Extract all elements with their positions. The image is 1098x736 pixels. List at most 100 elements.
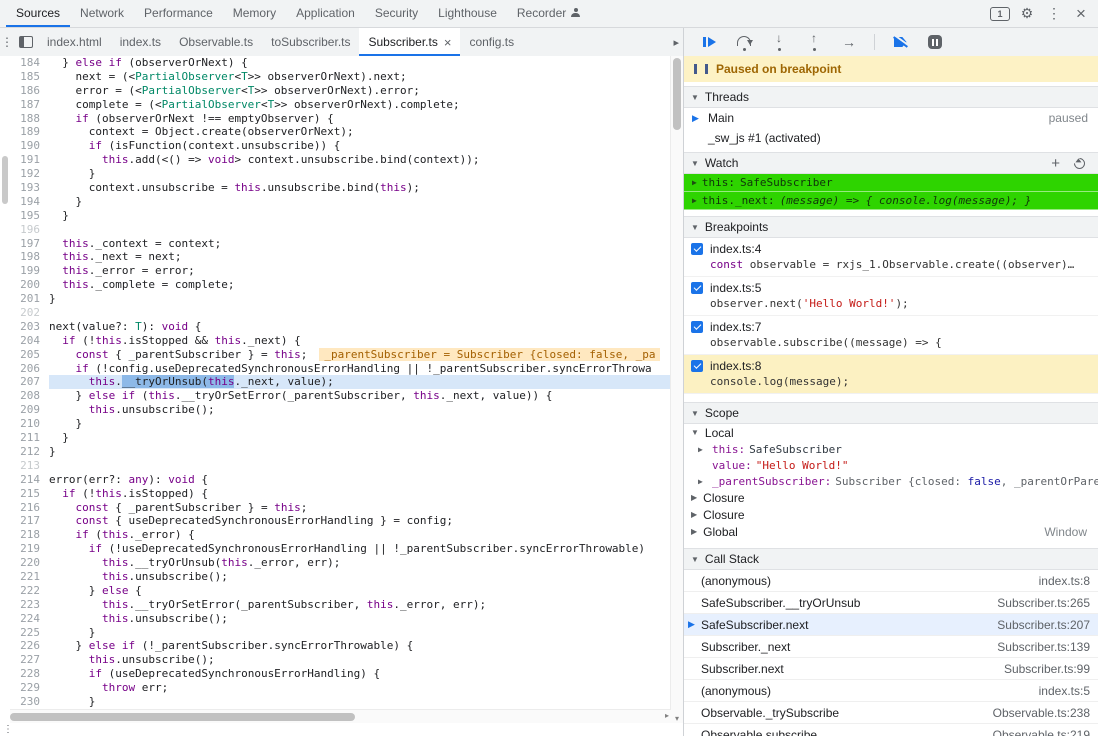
breakpoint-row[interactable]: index.ts:5observer.next('Hello World!'); <box>684 277 1098 316</box>
scope-group-closure[interactable]: ▶Closure <box>684 489 1098 506</box>
line-number[interactable]: 198 <box>10 250 49 264</box>
more-options-icon[interactable]: ⋮ <box>1042 2 1066 26</box>
expand-triangle-icon[interactable]: ▶ <box>692 196 697 205</box>
line-number[interactable]: 208 <box>10 389 49 403</box>
breakpoint-checkbox[interactable] <box>691 282 703 294</box>
watch-expression-row[interactable]: ▶this: SafeSubscriber <box>684 174 1098 192</box>
refresh-watch-icon[interactable] <box>1072 155 1088 171</box>
call-stack-frame[interactable]: Subscriber.nextSubscriber.ts:99 <box>684 658 1098 680</box>
file-tab-observable.ts[interactable]: Observable.ts <box>170 28 262 56</box>
breakpoint-row[interactable]: index.ts:8console.log(message); <box>684 355 1098 394</box>
line-number[interactable]: 220 <box>10 556 49 570</box>
line-number[interactable]: 210 <box>10 417 49 431</box>
line-number[interactable]: 216 <box>10 501 49 515</box>
pause-on-exceptions-button[interactable] <box>925 32 945 52</box>
line-number[interactable]: 204 <box>10 334 49 348</box>
line-number[interactable]: 196 <box>10 223 49 237</box>
line-number[interactable]: 214 <box>10 473 49 487</box>
breakpoint-checkbox[interactable] <box>691 321 703 333</box>
resume-button[interactable] <box>699 32 719 52</box>
line-number[interactable]: 197 <box>10 237 49 251</box>
file-tab-index.ts[interactable]: index.ts <box>111 28 170 56</box>
scope-group-local[interactable]: ▼Local <box>684 424 1098 441</box>
line-number[interactable]: 227 <box>10 653 49 667</box>
call-stack-frame[interactable]: ▶SafeSubscriber.nextSubscriber.ts:207 <box>684 614 1098 636</box>
threads-section-header[interactable]: ▼ Threads <box>684 86 1098 108</box>
horizontal-scrollbar[interactable]: ▸ <box>10 709 671 723</box>
expand-triangle-icon[interactable]: ▶ <box>698 477 708 486</box>
vertical-scrollbar[interactable]: ▾ <box>670 56 683 723</box>
line-number[interactable]: 219 <box>10 542 49 556</box>
scroll-right-arrow-icon[interactable]: ▸ <box>665 711 669 720</box>
line-number[interactable]: 224 <box>10 612 49 626</box>
navigator-toggle-button[interactable] <box>14 28 38 56</box>
call-stack-frame[interactable]: Observable.subscribeObservable.ts:219 <box>684 724 1098 736</box>
thread-row[interactable]: ▶Mainpaused <box>684 108 1098 128</box>
line-number[interactable]: 186 <box>10 84 49 98</box>
call-stack-section-header[interactable]: ▼ Call Stack <box>684 548 1098 570</box>
file-tab-subscriber.ts[interactable]: Subscriber.ts× <box>359 28 460 56</box>
panel-tab-network[interactable]: Network <box>70 0 134 27</box>
line-number[interactable]: 184 <box>10 56 49 70</box>
settings-gear-icon[interactable]: ⚙ <box>1015 2 1039 26</box>
line-number[interactable]: 215 <box>10 487 49 501</box>
line-number[interactable]: 193 <box>10 181 49 195</box>
deactivate-breakpoints-button[interactable] <box>890 32 910 52</box>
panel-tab-application[interactable]: Application <box>286 0 365 27</box>
scope-section-header[interactable]: ▼ Scope <box>684 402 1098 424</box>
step-out-button[interactable]: ↑ <box>804 32 824 52</box>
scope-variable-row[interactable]: value: "Hello World!" <box>684 457 1098 473</box>
step-button[interactable]: → <box>839 32 859 52</box>
file-tab-config.ts[interactable]: config.ts <box>460 28 523 56</box>
call-stack-frame[interactable]: SafeSubscriber.__tryOrUnsubSubscriber.ts… <box>684 592 1098 614</box>
watch-expression-row[interactable]: ▶this._next: (message) => { console.log(… <box>684 192 1098 210</box>
line-number[interactable]: 211 <box>10 431 49 445</box>
vertical-scroll-thumb[interactable] <box>673 58 681 130</box>
strip-scroll-thumb[interactable] <box>2 156 8 204</box>
console-drawer-badge[interactable]: 1 <box>988 2 1012 26</box>
line-number[interactable]: 191 <box>10 153 49 167</box>
scope-group-global[interactable]: ▶GlobalWindow <box>684 523 1098 540</box>
close-tab-icon[interactable]: × <box>444 36 452 49</box>
step-over-button[interactable] <box>734 32 754 52</box>
line-number[interactable]: 209 <box>10 403 49 417</box>
breakpoints-section-header[interactable]: ▼ Breakpoints <box>684 216 1098 238</box>
line-number[interactable]: 187 <box>10 98 49 112</box>
scope-group-closure[interactable]: ▶Closure <box>684 506 1098 523</box>
line-number[interactable]: 201 <box>10 292 49 306</box>
line-number[interactable]: 226 <box>10 639 49 653</box>
line-number[interactable]: 200 <box>10 278 49 292</box>
line-number[interactable]: 190 <box>10 139 49 153</box>
panel-tab-memory[interactable]: Memory <box>223 0 286 27</box>
panel-tab-security[interactable]: Security <box>365 0 428 27</box>
scroll-down-arrow-icon[interactable]: ▾ <box>671 714 683 723</box>
panel-tab-sources[interactable]: Sources <box>6 0 70 27</box>
add-watch-icon[interactable]: + <box>1051 156 1060 171</box>
expand-triangle-icon[interactable]: ▶ <box>691 527 697 536</box>
scope-variable-row[interactable]: ▶this: SafeSubscriber <box>684 441 1098 457</box>
breakpoint-checkbox[interactable] <box>691 243 703 255</box>
line-number[interactable]: 188 <box>10 112 49 126</box>
line-number[interactable]: 229 <box>10 681 49 695</box>
line-number[interactable]: 203 <box>10 320 49 334</box>
line-number[interactable]: 230 <box>10 695 49 709</box>
panel-tab-lighthouse[interactable]: Lighthouse <box>428 0 507 27</box>
expand-triangle-icon[interactable]: ▼ <box>691 428 699 437</box>
line-number[interactable]: 205 <box>10 348 49 362</box>
breakpoint-row[interactable]: index.ts:7observable.subscribe((message)… <box>684 316 1098 355</box>
editor-options-chevron-icon[interactable]: ▸ <box>673 28 679 56</box>
step-into-button[interactable]: ↓ <box>769 32 789 52</box>
line-number[interactable]: 206 <box>10 362 49 376</box>
breakpoint-checkbox[interactable] <box>691 360 703 372</box>
line-number[interactable]: 222 <box>10 584 49 598</box>
scope-variable-row[interactable]: ▶_parentSubscriber: Subscriber {closed: … <box>684 473 1098 489</box>
call-stack-frame[interactable]: Observable._trySubscribeObservable.ts:23… <box>684 702 1098 724</box>
expand-triangle-icon[interactable]: ▶ <box>698 445 708 454</box>
breadcrumb-overflow-icon[interactable]: ⋮ <box>0 724 13 735</box>
line-number[interactable]: 189 <box>10 125 49 139</box>
horizontal-scroll-thumb[interactable] <box>10 713 355 721</box>
line-number[interactable]: 225 <box>10 626 49 640</box>
panel-tab-performance[interactable]: Performance <box>134 0 223 27</box>
line-number[interactable]: 195 <box>10 209 49 223</box>
file-tab-tosubscriber.ts[interactable]: toSubscriber.ts <box>262 28 359 56</box>
